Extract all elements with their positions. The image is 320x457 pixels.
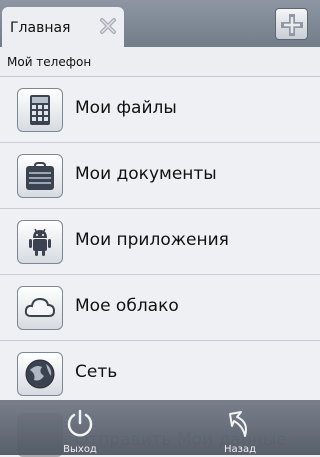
section-header: Мой телефон <box>0 47 320 77</box>
list-item-my-files[interactable]: Мои файлы <box>0 77 320 143</box>
plus-icon <box>281 14 303 36</box>
globe-icon <box>17 352 63 396</box>
back-arrow-icon <box>229 411 247 437</box>
list-item-label: Мои приложения <box>75 230 229 250</box>
calculator-icon <box>17 88 63 132</box>
exit-button[interactable]: Выход <box>50 406 110 455</box>
list-item-label: Сеть <box>75 362 118 382</box>
tab-home-label: Главная <box>10 20 71 36</box>
cloud-icon <box>17 286 63 330</box>
menu-list: Мои файлы Мои документы Мои приложения М… <box>0 77 320 407</box>
back-label: Назад <box>223 444 256 455</box>
list-item-my-cloud[interactable]: Мое облако <box>0 275 320 341</box>
bottom-bar: Выход Назад <box>0 400 320 455</box>
list-item-my-documents[interactable]: Мои документы <box>0 143 320 209</box>
exit-label: Выход <box>63 444 97 455</box>
list-item-network[interactable]: Сеть <box>0 341 320 407</box>
section-title: Мой телефон <box>7 55 92 69</box>
list-item-label: Мои файлы <box>75 98 177 118</box>
briefcase-icon <box>17 154 63 198</box>
android-icon <box>17 220 63 264</box>
list-item-label: Мои документы <box>75 164 217 184</box>
power-icon <box>67 409 93 437</box>
back-button[interactable]: Назад <box>210 406 270 455</box>
list-item-label: Мое облако <box>75 296 179 316</box>
close-icon[interactable] <box>98 16 118 36</box>
tab-home[interactable]: Главная <box>2 7 124 47</box>
add-tab-button[interactable] <box>275 8 308 40</box>
top-bar: Главная <box>0 0 320 47</box>
list-item-my-apps[interactable]: Мои приложения <box>0 209 320 275</box>
